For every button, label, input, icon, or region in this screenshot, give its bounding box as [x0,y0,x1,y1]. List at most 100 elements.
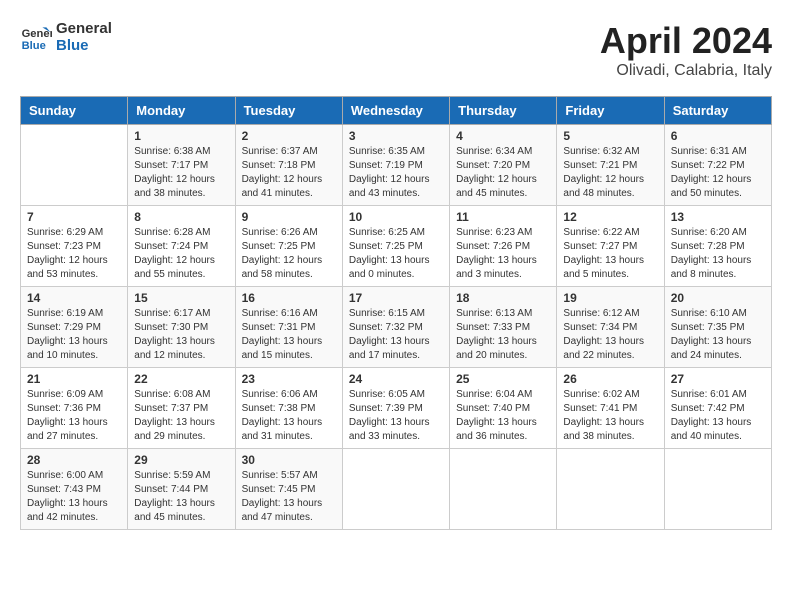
day-number: 21 [27,372,121,386]
logo-line2: Blue [56,37,112,54]
day-info: Sunrise: 6:23 AM Sunset: 7:26 PM Dayligh… [456,226,550,282]
calendar-cell: 24 Sunrise: 6:05 AM Sunset: 7:39 PM Dayli… [342,368,449,449]
day-info: Sunrise: 6:28 AM Sunset: 7:24 PM Dayligh… [134,226,228,282]
calendar-cell: 4Sunrise: 6:34 AM Sunset: 7:20 PM Daylig… [450,125,557,206]
day-info: Sunrise: 5:59 AM Sunset: 7:44 PM Dayligh… [134,469,228,525]
column-header-monday: Monday [128,97,235,125]
day-number: 23 [242,372,336,386]
day-number: 16 [242,291,336,305]
day-number: 18 [456,291,550,305]
calendar-cell: 7 Sunrise: 6:29 AM Sunset: 7:23 PM Daylig… [21,206,128,287]
day-number: 17 [349,291,443,305]
calendar-cell: 23 Sunrise: 6:06 AM Sunset: 7:38 PM Dayli… [235,368,342,449]
calendar-cell: 17Sunrise: 6:15 AM Sunset: 7:32 PM Dayli… [342,287,449,368]
calendar-cell: 9 Sunrise: 6:26 AM Sunset: 7:25 PM Daylig… [235,206,342,287]
day-number: 28 [27,453,121,467]
day-info: Sunrise: 6:37 AM Sunset: 7:18 PM Dayligh… [242,145,336,201]
logo-line1: General [56,20,112,37]
column-header-wednesday: Wednesday [342,97,449,125]
calendar-cell [21,125,128,206]
day-info: Sunrise: 6:38 AM Sunset: 7:17 PM Dayligh… [134,145,228,201]
day-number: 13 [671,210,765,224]
calendar-cell: 13 Sunrise: 6:20 AM Sunset: 7:28 PM Dayli… [664,206,771,287]
day-info: Sunrise: 5:57 AM Sunset: 7:45 PM Dayligh… [242,469,336,525]
day-number: 24 [349,372,443,386]
day-info: Sunrise: 6:04 AM Sunset: 7:40 PM Dayligh… [456,388,550,444]
day-info: Sunrise: 6:32 AM Sunset: 7:21 PM Dayligh… [563,145,657,201]
day-info: Sunrise: 6:20 AM Sunset: 7:28 PM Dayligh… [671,226,765,282]
day-info: Sunrise: 6:06 AM Sunset: 7:38 PM Dayligh… [242,388,336,444]
calendar-cell: 18 Sunrise: 6:13 AM Sunset: 7:33 PM Dayli… [450,287,557,368]
column-header-saturday: Saturday [664,97,771,125]
day-info: Sunrise: 6:13 AM Sunset: 7:33 PM Dayligh… [456,307,550,363]
day-number: 4 [456,129,550,143]
calendar-cell: 20 Sunrise: 6:10 AM Sunset: 7:35 PM Dayli… [664,287,771,368]
calendar-cell: 26 Sunrise: 6:02 AM Sunset: 7:41 PM Dayli… [557,368,664,449]
calendar-cell: 21 Sunrise: 6:09 AM Sunset: 7:36 PM Dayli… [21,368,128,449]
calendar-cell: 16 Sunrise: 6:16 AM Sunset: 7:31 PM Dayli… [235,287,342,368]
day-info: Sunrise: 6:26 AM Sunset: 7:25 PM Dayligh… [242,226,336,282]
calendar-cell: 28 Sunrise: 6:00 AM Sunset: 7:43 PM Dayli… [21,449,128,530]
calendar-cell: 11 Sunrise: 6:23 AM Sunset: 7:26 PM Dayli… [450,206,557,287]
calendar-table: SundayMondayTuesdayWednesdayThursdayFrid… [20,96,772,530]
day-info: Sunrise: 6:22 AM Sunset: 7:27 PM Dayligh… [563,226,657,282]
day-info: Sunrise: 6:29 AM Sunset: 7:23 PM Dayligh… [27,226,121,282]
day-number: 12 [563,210,657,224]
week-row-2: 7 Sunrise: 6:29 AM Sunset: 7:23 PM Daylig… [21,206,772,287]
day-info: Sunrise: 6:17 AM Sunset: 7:30 PM Dayligh… [134,307,228,363]
day-number: 6 [671,129,765,143]
day-number: 10 [349,210,443,224]
day-number: 7 [27,210,121,224]
day-number: 11 [456,210,550,224]
day-info: Sunrise: 6:19 AM Sunset: 7:29 PM Dayligh… [27,307,121,363]
day-number: 20 [671,291,765,305]
calendar-cell: 3 Sunrise: 6:35 AM Sunset: 7:19 PM Daylig… [342,125,449,206]
day-info: Sunrise: 6:08 AM Sunset: 7:37 PM Dayligh… [134,388,228,444]
day-number: 1 [134,129,228,143]
day-number: 25 [456,372,550,386]
week-row-5: 28 Sunrise: 6:00 AM Sunset: 7:43 PM Dayli… [21,449,772,530]
calendar-cell: 25 Sunrise: 6:04 AM Sunset: 7:40 PM Dayli… [450,368,557,449]
logo: General Blue General Blue [20,20,112,54]
calendar-cell: 6 Sunrise: 6:31 AM Sunset: 7:22 PM Daylig… [664,125,771,206]
day-number: 26 [563,372,657,386]
calendar-cell: 12 Sunrise: 6:22 AM Sunset: 7:27 PM Dayli… [557,206,664,287]
week-row-4: 21 Sunrise: 6:09 AM Sunset: 7:36 PM Dayli… [21,368,772,449]
svg-text:Blue: Blue [22,40,46,52]
day-info: Sunrise: 6:01 AM Sunset: 7:42 PM Dayligh… [671,388,765,444]
location: Olivadi, Calabria, Italy [600,62,772,80]
calendar-header-row: SundayMondayTuesdayWednesdayThursdayFrid… [21,97,772,125]
day-number: 9 [242,210,336,224]
day-number: 29 [134,453,228,467]
day-info: Sunrise: 6:16 AM Sunset: 7:31 PM Dayligh… [242,307,336,363]
logo-icon: General Blue [20,21,52,53]
day-info: Sunrise: 6:05 AM Sunset: 7:39 PM Dayligh… [349,388,443,444]
page-header: General Blue General Blue April 2024 Oli… [20,20,772,80]
calendar-cell: 2 Sunrise: 6:37 AM Sunset: 7:18 PM Daylig… [235,125,342,206]
calendar-cell: 19Sunrise: 6:12 AM Sunset: 7:34 PM Dayli… [557,287,664,368]
day-info: Sunrise: 6:02 AM Sunset: 7:41 PM Dayligh… [563,388,657,444]
day-info: Sunrise: 6:00 AM Sunset: 7:43 PM Dayligh… [27,469,121,525]
day-number: 2 [242,129,336,143]
column-header-friday: Friday [557,97,664,125]
day-info: Sunrise: 6:10 AM Sunset: 7:35 PM Dayligh… [671,307,765,363]
day-number: 8 [134,210,228,224]
day-info: Sunrise: 6:35 AM Sunset: 7:19 PM Dayligh… [349,145,443,201]
day-info: Sunrise: 6:09 AM Sunset: 7:36 PM Dayligh… [27,388,121,444]
month-title: April 2024 [600,20,772,62]
week-row-1: 1 Sunrise: 6:38 AM Sunset: 7:17 PM Daylig… [21,125,772,206]
column-header-tuesday: Tuesday [235,97,342,125]
title-block: April 2024 Olivadi, Calabria, Italy [600,20,772,80]
calendar-cell: 8 Sunrise: 6:28 AM Sunset: 7:24 PM Daylig… [128,206,235,287]
day-info: Sunrise: 6:31 AM Sunset: 7:22 PM Dayligh… [671,145,765,201]
calendar-cell [664,449,771,530]
day-info: Sunrise: 6:25 AM Sunset: 7:25 PM Dayligh… [349,226,443,282]
day-number: 3 [349,129,443,143]
calendar-cell [342,449,449,530]
calendar-cell: 15Sunrise: 6:17 AM Sunset: 7:30 PM Dayli… [128,287,235,368]
column-header-thursday: Thursday [450,97,557,125]
day-number: 19 [563,291,657,305]
column-header-sunday: Sunday [21,97,128,125]
calendar-cell: 14Sunrise: 6:19 AM Sunset: 7:29 PM Dayli… [21,287,128,368]
calendar-cell: 1 Sunrise: 6:38 AM Sunset: 7:17 PM Daylig… [128,125,235,206]
